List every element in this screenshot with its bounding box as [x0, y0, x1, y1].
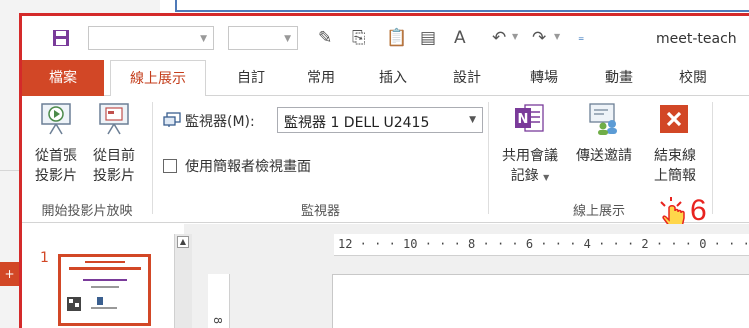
close-x-icon — [660, 105, 688, 133]
tab-insert[interactable]: 插入 — [366, 60, 420, 96]
step-number-annotation: 6 — [690, 194, 707, 227]
ribbon: 從首張 投影片 從目前 投影片 開始投影片放映 監視器(M): 監視器 1 DE… — [22, 96, 749, 223]
chevron-down-icon: ▼ — [284, 34, 291, 44]
background-window-edge-tab: + — [0, 262, 19, 286]
clear-format-icon[interactable]: A — [454, 28, 466, 48]
tab-file[interactable]: 檔案 — [22, 60, 104, 96]
paste-icon[interactable]: 📋 — [386, 28, 407, 48]
undo-icon[interactable]: ↶ — [492, 28, 506, 48]
chevron-down-icon[interactable]: ▼ — [554, 32, 560, 41]
online-presentation-group-label: 線上展示 — [572, 204, 625, 219]
font-name-combo[interactable]: ▼ — [88, 26, 214, 50]
slide-thumbnail[interactable] — [58, 254, 151, 326]
share-meeting-notes-line2: 記錄 ▼ — [493, 166, 567, 188]
vertical-ruler-tick: 8 — [211, 317, 224, 324]
group-separator — [712, 102, 713, 214]
share-meeting-notes-button[interactable]: N 共用會議 記錄 ▼ — [493, 102, 567, 198]
scroll-up-icon[interactable]: ▲ — [177, 236, 189, 248]
monitor-icon — [163, 112, 181, 127]
presenter-view-label: 使用簡報者檢視畫面 — [185, 159, 311, 175]
from-current-line2: 投影片 — [93, 168, 135, 184]
tab-transitions[interactable]: 轉場 — [517, 60, 571, 96]
projector-current-icon — [99, 103, 129, 135]
presenter-view-checkbox[interactable] — [163, 159, 177, 173]
projector-play-icon — [41, 103, 71, 135]
from-current-line1: 從目前 — [93, 148, 135, 164]
powerpoint-window: ▼ ▼ ✎ ⎘ 📋 ▤ A ↶ ▼ ↷ ▼ ₌ meet-teach 檔案 線上… — [19, 13, 749, 328]
from-beginning-line2: 投影片 — [35, 168, 77, 184]
thumbnail-scrollbar[interactable]: ▲ — [174, 234, 192, 328]
end-online-presentation-line2: 上簡報 — [654, 168, 696, 184]
tab-review[interactable]: 校閱 — [666, 60, 720, 96]
slide-number: 1 — [40, 250, 49, 266]
slide-editing-area[interactable] — [332, 274, 749, 328]
from-beginning-button[interactable]: 從首張 投影片 — [28, 102, 84, 192]
send-invitations-label: 傳送邀請 — [576, 148, 632, 164]
screenshot-stage: + ▼ ▼ ✎ ⎘ 📋 ▤ A ↶ ▼ ↷ ▼ ₌ meet-teach 檔案 — [0, 0, 749, 328]
start-slideshow-group: 從首張 投影片 從目前 投影片 開始投影片放映 — [22, 96, 152, 223]
chevron-down-icon: ▼ — [200, 34, 207, 44]
monitor-select-value: 監視器 1 DELL U2415 — [284, 115, 430, 131]
monitor-group-label: 監視器 — [300, 204, 340, 219]
from-beginning-line1: 從首張 — [35, 148, 77, 164]
paste-special-icon[interactable]: ▤ — [420, 28, 436, 48]
background-window-divider — [0, 170, 20, 171]
quick-access-toolbar: ▼ ▼ ✎ ⎘ 📋 ▤ A ↶ ▼ ↷ ▼ ₌ meet-teach — [22, 16, 749, 60]
share-meeting-notes-line2-text: 記錄 — [510, 168, 539, 184]
start-slideshow-group-label: 開始投影片放映 — [41, 204, 133, 219]
share-meeting-notes-line1: 共用會議 — [502, 148, 558, 164]
horizontal-ruler-ticks: 12 · · · 10 · · · 8 · · · 6 · · · 4 · · … — [338, 237, 749, 251]
horizontal-ruler: 12 · · · 10 · · · 8 · · · 6 · · · 4 · · … — [334, 234, 749, 256]
copy-icon[interactable]: ⎘ — [352, 28, 366, 48]
monitor-label: 監視器(M): — [185, 114, 255, 130]
save-icon[interactable] — [52, 29, 70, 47]
customize-toolbar-icon[interactable]: ₌ — [578, 30, 584, 44]
slide-thumbnail-preview — [61, 257, 148, 323]
background-window-frame — [175, 0, 749, 12]
tab-animations[interactable]: 動畫 — [592, 60, 646, 96]
onenote-icon: N — [515, 104, 544, 132]
font-size-combo[interactable]: ▼ — [228, 26, 298, 50]
document-title: meet-teach — [656, 31, 737, 47]
slide-thumbnail-pane: 1 — [22, 224, 184, 328]
vertical-ruler: 8 — [208, 274, 230, 328]
workspace: 1 ▲ 12 · · · 10 · · · 8 · · · 6 · · · 4 … — [22, 224, 749, 328]
end-online-presentation-button[interactable]: 結束線 上簡報 — [641, 102, 709, 198]
chevron-down-icon: ▼ — [469, 115, 476, 125]
from-current-button[interactable]: 從目前 投影片 — [86, 102, 142, 192]
chevron-down-icon[interactable]: ▼ — [512, 32, 518, 41]
ribbon-tab-bar: 檔案 線上展示 自訂 常用 插入 設計 轉場 動畫 校閱 — [22, 60, 749, 97]
tab-home[interactable]: 常用 — [294, 60, 348, 96]
svg-text:N: N — [518, 112, 529, 127]
redo-icon[interactable]: ↷ — [532, 28, 546, 48]
format-painter-icon[interactable]: ✎ — [318, 28, 332, 48]
send-invitations-button[interactable]: 傳送邀請 — [569, 102, 639, 198]
monitor-group: 監視器(M): 監視器 1 DELL U2415 ▼ 使用簡報者檢視畫面 監視器 — [153, 96, 488, 223]
monitor-select[interactable]: 監視器 1 DELL U2415 ▼ — [277, 107, 483, 133]
send-invitation-icon — [589, 103, 617, 135]
end-online-presentation-line1: 結束線 — [654, 148, 696, 164]
tab-design[interactable]: 設計 — [440, 60, 494, 96]
tab-custom[interactable]: 自訂 — [224, 60, 278, 96]
chevron-down-icon: ▼ — [543, 173, 550, 182]
tab-online-presentation[interactable]: 線上展示 — [110, 60, 206, 97]
